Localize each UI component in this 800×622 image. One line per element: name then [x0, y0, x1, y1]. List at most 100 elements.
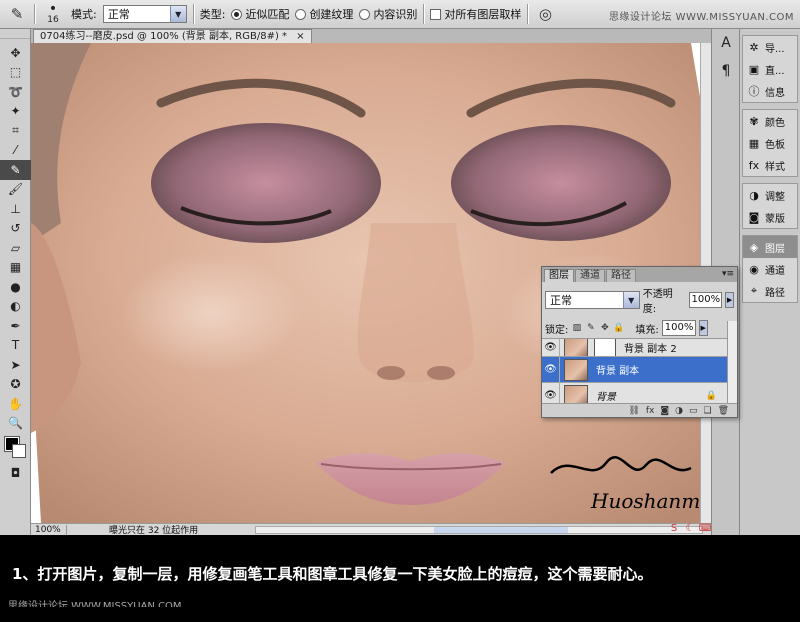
zoom-tool-icon[interactable]: 🔍	[0, 414, 31, 434]
pen-tool-icon[interactable]: ✒	[0, 316, 31, 336]
sample-all-layers-checkbox[interactable]: 对所有图层取样	[430, 6, 521, 22]
panel-menu-icon[interactable]: ▾≡	[722, 269, 734, 282]
blur-tool-icon[interactable]: ●	[0, 277, 31, 297]
scroll-thumb[interactable]	[434, 526, 569, 533]
close-icon[interactable]: ×	[296, 31, 304, 42]
layer-row[interactable]: 👁 背景 副本 2	[542, 339, 737, 357]
mode-select[interactable]: 正常 ▼	[102, 5, 187, 23]
document-tab-bar: 0704练习--磨皮.psd @ 100% (背景 副本, RGB/8#) * …	[31, 29, 711, 43]
history-brush-tool-icon[interactable]: ↺	[0, 219, 31, 239]
eyedropper-tool-icon[interactable]: ⁄	[0, 141, 31, 161]
eye-icon[interactable]: 👁	[542, 339, 560, 356]
tab-layers[interactable]: 图层	[544, 269, 574, 282]
dock-label: 信息	[765, 87, 785, 99]
color-swatches[interactable]	[0, 433, 30, 463]
shape-tool-icon[interactable]: ✪	[0, 375, 31, 395]
new-group-icon[interactable]: ▭	[689, 406, 698, 416]
lock-position-icon[interactable]: ✥	[599, 323, 610, 334]
brush-tool-icon[interactable]: 🖌	[0, 180, 31, 200]
chevron-down-icon: ▼	[169, 6, 186, 22]
document-title: 0704练习--磨皮.psd @ 100% (背景 副本, RGB/8#) *	[40, 31, 288, 42]
fill-input[interactable]: 100%	[661, 320, 696, 336]
dock-item-channels[interactable]: ◉ 通道	[743, 258, 797, 280]
dock-item-styles[interactable]: fx 样式	[743, 154, 797, 176]
toolbox-grip[interactable]	[0, 29, 30, 39]
brush-picker[interactable]: • 16	[41, 1, 65, 25]
quick-select-tool-icon[interactable]: ✦	[0, 102, 31, 122]
background-color[interactable]	[12, 444, 26, 458]
palette-icon: ✾	[749, 114, 759, 128]
opacity-slider-icon[interactable]: ▶	[725, 292, 734, 308]
clone-stamp-tool-icon[interactable]: ⊥	[0, 199, 31, 219]
layers-scrollbar[interactable]	[727, 321, 737, 405]
dock-item-navigator[interactable]: ✲ 导...	[743, 36, 797, 58]
layers-panel-tabs: 图层 通道 路径 ▾≡	[542, 267, 737, 282]
character-panel-icon[interactable]: A	[712, 29, 740, 57]
link-layers-icon[interactable]: ⛓	[628, 406, 639, 416]
layer-name[interactable]: 背景 副本	[596, 362, 639, 377]
lasso-tool-icon[interactable]: ➰	[0, 82, 31, 102]
eye-icon[interactable]: 👁	[542, 356, 560, 383]
dock-item-info[interactable]: ⓘ 信息	[743, 80, 797, 102]
layer-name[interactable]: 背景 副本 2	[624, 340, 677, 355]
layer-name[interactable]: 背景	[596, 388, 616, 403]
dock-item-histogram[interactable]: ▣ 直...	[743, 58, 797, 80]
nostril-left	[377, 366, 405, 380]
move-tool-icon[interactable]: ✥	[0, 43, 31, 63]
fill-slider-icon[interactable]: ▶	[698, 320, 708, 336]
dock-label: 蒙版	[765, 213, 785, 225]
layer-style-icon[interactable]: fx	[646, 406, 655, 416]
crop-tool-icon[interactable]: ⌗	[0, 121, 31, 141]
lock-pixels-icon[interactable]: ✎	[585, 323, 596, 334]
dock-item-paths[interactable]: ⌖ 路径	[743, 280, 797, 302]
layers-panel: 图层 通道 路径 ▾≡ 正常 ▼ 不透明度: 100% ▶ 锁定: ▨ ✎ ✥ …	[541, 266, 738, 418]
lock-transparent-icon[interactable]: ▨	[571, 323, 582, 334]
healing-brush-tool-icon[interactable]: ✎	[0, 160, 31, 180]
layer-row[interactable]: 👁 背景 副本	[542, 356, 737, 383]
tab-paths[interactable]: 路径	[606, 269, 636, 282]
dock-item-layers[interactable]: ◈ 图层	[743, 236, 797, 258]
eraser-tool-icon[interactable]: ▱	[0, 238, 31, 258]
adjustment-layer-icon[interactable]: ◑	[675, 406, 683, 416]
layer-mask-thumbnail[interactable]	[594, 339, 616, 356]
lock-label: 锁定:	[545, 324, 569, 336]
moon-icon[interactable]: ☾	[684, 522, 696, 534]
opacity-input[interactable]: 100%	[688, 292, 723, 308]
ime-icon[interactable]: S	[668, 522, 680, 534]
dock-item-swatches[interactable]: ▦ 色板	[743, 132, 797, 154]
dock-item-color[interactable]: ✾ 颜色	[743, 110, 797, 132]
pressure-size-icon[interactable]: ◎	[534, 3, 556, 25]
dock-item-masks[interactable]: ◙ 蒙版	[743, 206, 797, 228]
delete-layer-icon[interactable]: 🗑	[718, 406, 729, 416]
dock-group-color: ✾ 颜色 ▦ 色板 fx 样式	[742, 109, 798, 177]
info-icon: ⓘ	[748, 85, 760, 98]
marquee-tool-icon[interactable]: ⬚	[0, 63, 31, 83]
bottom-strip	[0, 607, 800, 622]
fill-label: 填充:	[635, 324, 659, 336]
dock-label: 样式	[765, 161, 785, 173]
radio-create-texture[interactable]: 创建纹理	[295, 6, 353, 22]
dodge-tool-icon[interactable]: ◐	[0, 297, 31, 317]
document-tab[interactable]: 0704练习--磨皮.psd @ 100% (背景 副本, RGB/8#) * …	[33, 29, 312, 43]
gradient-tool-icon[interactable]: ▦	[0, 258, 31, 278]
dock-item-adjustments[interactable]: ◑ 调整	[743, 184, 797, 206]
new-layer-icon[interactable]: ❏	[703, 406, 711, 416]
tab-channels[interactable]: 通道	[575, 269, 605, 282]
add-mask-icon[interactable]: ◙	[660, 406, 669, 416]
blend-mode-select[interactable]: 正常 ▼	[545, 291, 640, 309]
hand-tool-icon[interactable]: ✋	[0, 394, 31, 414]
type-tool-icon[interactable]: T	[0, 336, 31, 356]
healing-brush-tool-icon[interactable]: ✎	[6, 3, 28, 25]
canvas-horizontal-scrollbar[interactable]	[255, 525, 703, 534]
styles-icon: fx	[748, 158, 760, 172]
radio-content-aware[interactable]: 内容识别	[359, 6, 417, 22]
layers-footer: ⛓ fx ◙ ◑ ▭ ❏ 🗑	[542, 403, 737, 417]
radio-proximity-match[interactable]: 近似匹配	[231, 6, 289, 22]
zoom-level[interactable]: 100%	[31, 524, 67, 535]
paragraph-panel-icon[interactable]: ¶	[712, 57, 740, 85]
quick-mask-icon[interactable]: ◘	[0, 463, 31, 483]
lock-all-icon[interactable]: 🔒	[613, 323, 624, 334]
mask-icon: ◙	[748, 210, 760, 224]
path-select-tool-icon[interactable]: ➤	[0, 355, 31, 375]
brush-dot-icon: •	[48, 1, 58, 17]
